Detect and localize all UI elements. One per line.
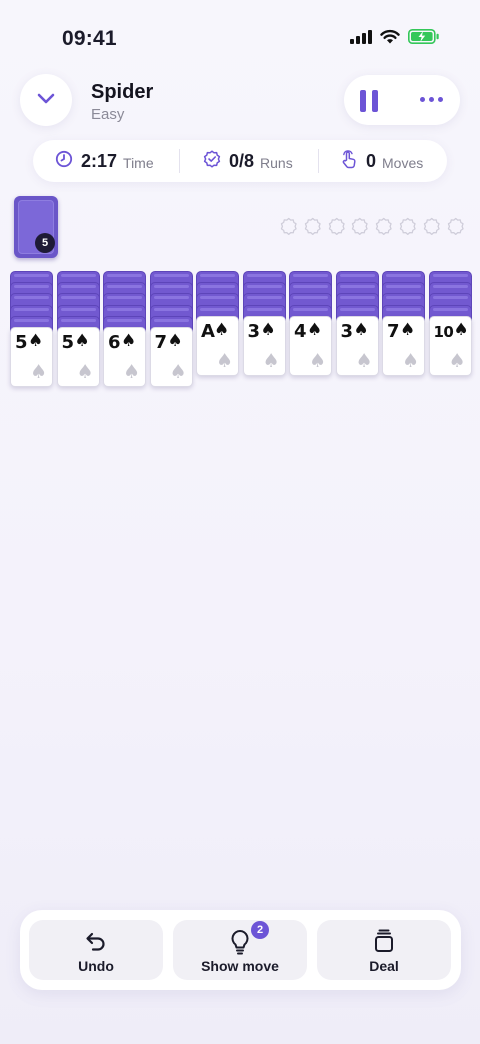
foundation-slot-icon <box>374 217 394 237</box>
foundation-slot-icon <box>303 217 323 237</box>
spade-icon: ♠ <box>401 349 419 372</box>
spade-icon: ♠ <box>167 331 183 351</box>
foundation-slot-icon <box>327 217 347 237</box>
spade-icon: ♠ <box>400 319 416 340</box>
faceup-card[interactable]: 4 ♠ ♠ <box>289 315 332 376</box>
faceup-card[interactable]: 5 ♠ ♠ <box>10 327 53 387</box>
card-rank: 3 <box>247 320 261 342</box>
card-rank: 10 <box>433 322 454 341</box>
spade-icon: ♠ <box>307 319 323 340</box>
bottom-toolbar: Undo 2 Show move Deal <box>20 910 461 990</box>
title-block: Spider Easy <box>91 81 153 123</box>
spade-icon: ♠ <box>29 361 47 383</box>
faceup-card[interactable]: 6 ♠ ♠ <box>103 327 146 387</box>
spade-icon: ♠ <box>215 349 233 372</box>
spade-icon: ♠ <box>308 349 326 372</box>
status-time: 09:41 <box>62 27 117 50</box>
faceup-card[interactable]: 7 ♠ ♠ <box>149 327 193 387</box>
difficulty-label: Easy <box>91 106 125 123</box>
spade-icon: ♠ <box>262 349 280 372</box>
card-rank: 4 <box>294 320 307 342</box>
show-move-label: Show move <box>201 958 279 974</box>
action-pill <box>344 75 460 125</box>
undo-icon <box>83 928 109 959</box>
card-rank: 3 <box>340 320 354 342</box>
time-stat: 2:17 Time <box>55 140 154 182</box>
faceup-card[interactable]: 10 ♠ ♠ <box>428 315 472 376</box>
status-icons <box>350 29 440 49</box>
deal-label: Deal <box>369 958 399 974</box>
foundation-slot-icon <box>350 217 370 237</box>
foundation-row <box>279 217 465 237</box>
deal-button[interactable]: Deal <box>317 920 451 980</box>
lightbulb-icon <box>227 928 253 961</box>
card-rank: 5 <box>15 332 28 353</box>
foundation-slot-icon <box>398 217 418 237</box>
faceup-card[interactable]: 3 ♠ ♠ <box>335 315 379 376</box>
spade-icon: ♠ <box>355 349 373 372</box>
time-label: Time <box>123 154 154 171</box>
time-value: 2:17 <box>81 150 118 171</box>
stock-count-badge: 5 <box>35 233 55 253</box>
foundation-slot-icon <box>446 217 466 237</box>
faceup-card[interactable]: 7 ♠ ♠ <box>382 315 425 376</box>
battery-charging-icon <box>408 29 440 49</box>
undo-label: Undo <box>78 958 114 974</box>
foundation-slot-icon <box>279 217 299 237</box>
more-dots-icon <box>420 97 425 102</box>
card-rank: 7 <box>154 332 168 353</box>
show-move-button[interactable]: 2 Show move <box>173 920 307 980</box>
tap-hand-icon <box>340 149 358 174</box>
spade-icon: ♠ <box>353 319 369 340</box>
moves-value: 0 <box>366 150 377 171</box>
spade-icon: ♠ <box>121 331 137 351</box>
spade-icon: ♠ <box>76 361 94 383</box>
hint-count-badge: 2 <box>251 921 269 939</box>
divider <box>179 149 180 173</box>
wifi-icon <box>380 29 400 49</box>
spade-icon: ♠ <box>453 319 469 340</box>
card-rank: 6 <box>108 332 121 353</box>
spade-icon: ♠ <box>260 319 276 340</box>
stats-bar: 2:17 Time 0/8 Runs 0 Moves <box>33 140 447 182</box>
card-rank: 5 <box>61 332 75 353</box>
cellular-signal-icon <box>350 29 372 49</box>
spade-icon: ♠ <box>448 349 466 372</box>
badge-check-icon <box>203 149 221 173</box>
more-options-button[interactable] <box>420 97 443 102</box>
moves-label: Moves <box>382 154 424 171</box>
game-title: Spider <box>91 81 154 103</box>
faceup-card[interactable]: A ♠ ♠ <box>196 315 239 376</box>
runs-value: 0/8 <box>229 150 255 171</box>
collapse-button[interactable] <box>20 74 72 126</box>
card-stack-icon <box>371 928 397 959</box>
spade-icon: ♠ <box>214 319 230 340</box>
stock-pile[interactable]: 5 <box>14 196 58 258</box>
card-rank: 7 <box>387 320 400 342</box>
moves-stat: 0 Moves <box>340 140 423 182</box>
divider <box>318 149 319 173</box>
status-bar: 09:41 <box>0 0 480 70</box>
spade-icon: ♠ <box>122 361 140 383</box>
spade-icon: ♠ <box>74 331 90 351</box>
clock-icon <box>55 150 73 173</box>
undo-button[interactable]: Undo <box>29 920 163 980</box>
pause-button[interactable] <box>360 90 380 112</box>
faceup-card[interactable]: 5 ♠ ♠ <box>56 327 100 387</box>
runs-stat: 0/8 Runs <box>203 140 293 182</box>
runs-label: Runs <box>260 154 293 171</box>
faceup-card[interactable]: 3 ♠ ♠ <box>242 315 286 376</box>
spade-icon: ♠ <box>169 361 187 383</box>
chevron-down-icon <box>34 86 58 115</box>
spade-icon: ♠ <box>28 331 44 351</box>
foundation-slot-icon <box>422 217 442 237</box>
card-rank: A <box>201 320 215 342</box>
